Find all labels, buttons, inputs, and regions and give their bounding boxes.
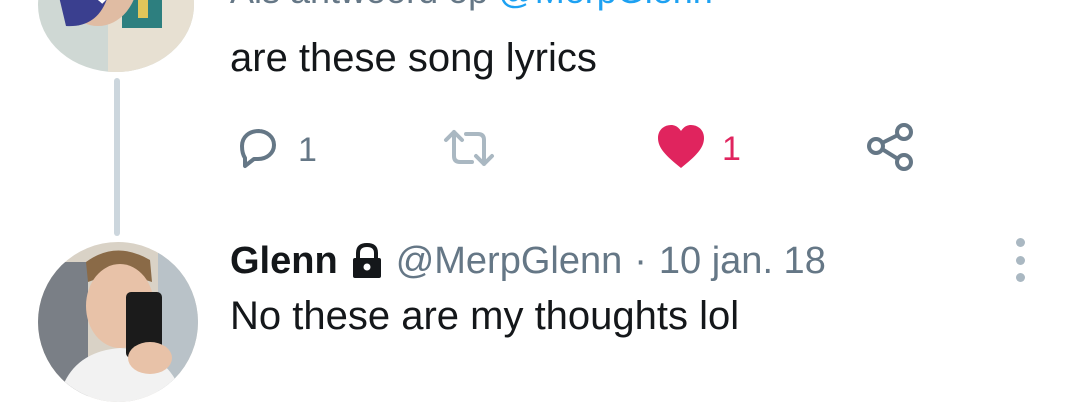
display-name[interactable]: Glenn xyxy=(230,240,338,283)
reply-button[interactable]: 1 xyxy=(234,124,317,177)
retweet-icon xyxy=(442,126,496,175)
thread-line xyxy=(114,78,120,236)
avatar-glenn-image xyxy=(38,242,198,402)
like-button[interactable]: 1 xyxy=(656,124,741,175)
more-icon-dot xyxy=(1015,255,1025,265)
heart-icon xyxy=(656,124,706,175)
share-button[interactable] xyxy=(866,122,916,177)
like-count: 1 xyxy=(722,130,741,168)
tweet-header: Glenn @MerpGlenn · 10 jan. 18 xyxy=(230,236,826,286)
user-handle[interactable]: @MerpGlenn xyxy=(396,240,623,283)
more-button[interactable] xyxy=(1010,238,1030,282)
avatar-top[interactable] xyxy=(38,0,194,72)
reply-context: Als antwoord op @MerpGlenn xyxy=(230,0,713,12)
header-separator: · xyxy=(634,239,647,282)
retweet-button[interactable] xyxy=(442,126,512,175)
reply-count: 1 xyxy=(298,131,317,169)
tweet-date[interactable]: 10 jan. 18 xyxy=(659,240,826,283)
lock-icon xyxy=(350,242,384,280)
avatar-top-image xyxy=(38,0,194,72)
tweet-text: are these song lyrics xyxy=(230,36,597,80)
share-icon xyxy=(866,122,916,177)
reply-tweet-text: No these are my thoughts lol xyxy=(230,294,740,338)
more-icon-dot xyxy=(1015,238,1025,247)
reply-context-mention[interactable]: @MerpGlenn xyxy=(498,0,713,11)
reply-context-prefix: Als antwoord op xyxy=(230,0,488,11)
more-icon-dot xyxy=(1015,273,1025,282)
avatar-glenn[interactable] xyxy=(38,242,198,402)
reply-icon xyxy=(234,124,282,177)
